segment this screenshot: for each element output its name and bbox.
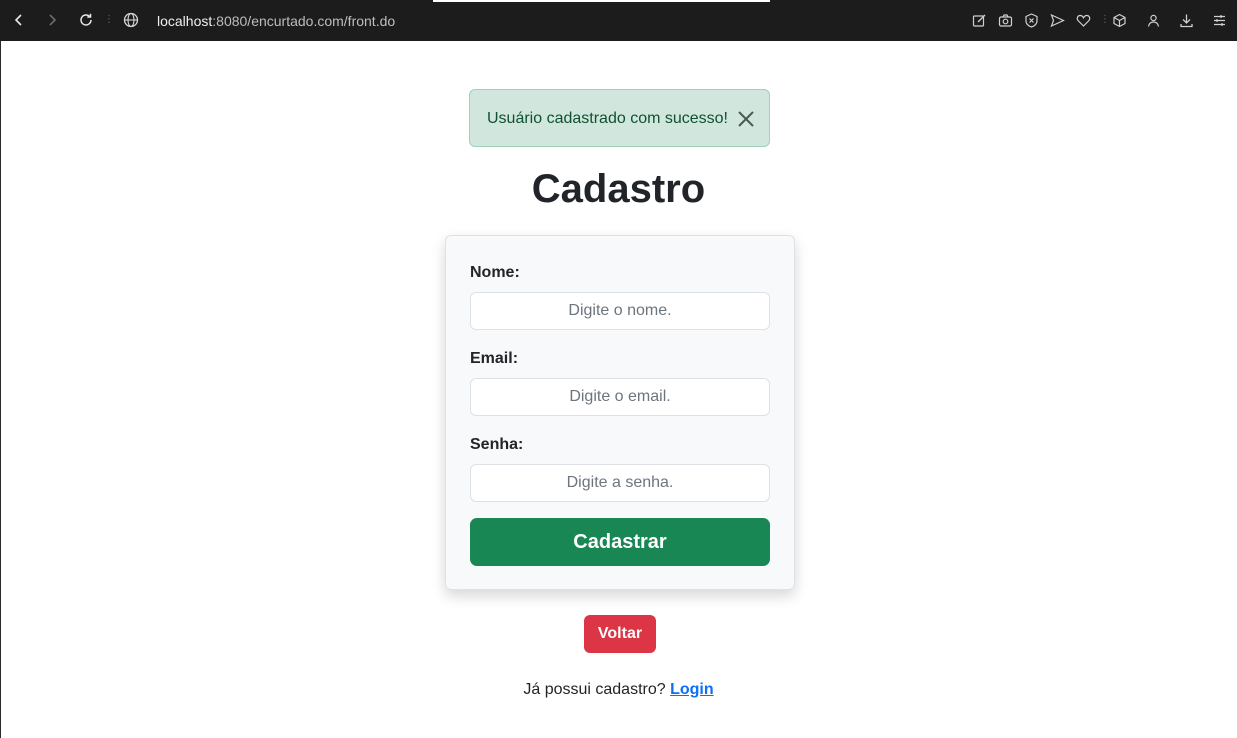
senha-label: Senha: — [470, 436, 524, 453]
login-prompt-text: Já possui cadastro? — [523, 681, 666, 698]
login-link[interactable]: Login — [670, 681, 714, 698]
menu-icon[interactable] — [1210, 11, 1228, 29]
register-form-card: Nome: Email: Senha: Cadastrar — [445, 235, 795, 590]
heart-icon[interactable] — [1074, 11, 1092, 29]
extension-cube-icon[interactable] — [1110, 11, 1128, 29]
url-host: localhost — [157, 13, 213, 29]
globe-icon[interactable] — [121, 10, 141, 30]
profile-icon[interactable] — [1144, 11, 1162, 29]
login-prompt: Já possui cadastro? Login — [0, 680, 1237, 700]
active-tab-indicator — [433, 0, 770, 2]
send-icon[interactable] — [1048, 11, 1066, 29]
page-title: Cadastro — [531, 167, 706, 211]
voltar-button[interactable]: Voltar — [584, 615, 656, 653]
edit-icon[interactable] — [970, 11, 988, 29]
alert-message: Usuário cadastrado com sucesso! — [487, 110, 728, 127]
cadastrar-button[interactable]: Cadastrar — [470, 518, 770, 566]
forward-icon[interactable] — [42, 10, 62, 30]
address-bar[interactable]: localhost:8080/encurtado.com/front.do — [157, 13, 395, 29]
back-icon[interactable] — [9, 10, 29, 30]
toolbar-separator: ⋮ — [104, 14, 114, 25]
close-icon[interactable] — [735, 108, 757, 130]
browser-toolbar: ⋮ localhost:8080/encurtado.com/front.do … — [0, 0, 1237, 41]
camera-icon[interactable] — [996, 11, 1014, 29]
toolbar-separator: ⋮ — [1100, 14, 1110, 25]
nome-label: Nome: — [470, 264, 520, 281]
nome-input[interactable] — [470, 292, 770, 330]
window-edge — [0, 41, 1, 738]
url-path: :8080/encurtado.com/front.do — [212, 13, 396, 29]
download-icon[interactable] — [1177, 11, 1195, 29]
reload-icon[interactable] — [76, 10, 96, 30]
senha-input[interactable] — [470, 464, 770, 502]
success-alert: Usuário cadastrado com sucesso! — [469, 89, 770, 147]
shield-icon[interactable] — [1022, 11, 1040, 29]
email-label: Email: — [470, 350, 519, 367]
email-input[interactable] — [470, 378, 770, 416]
